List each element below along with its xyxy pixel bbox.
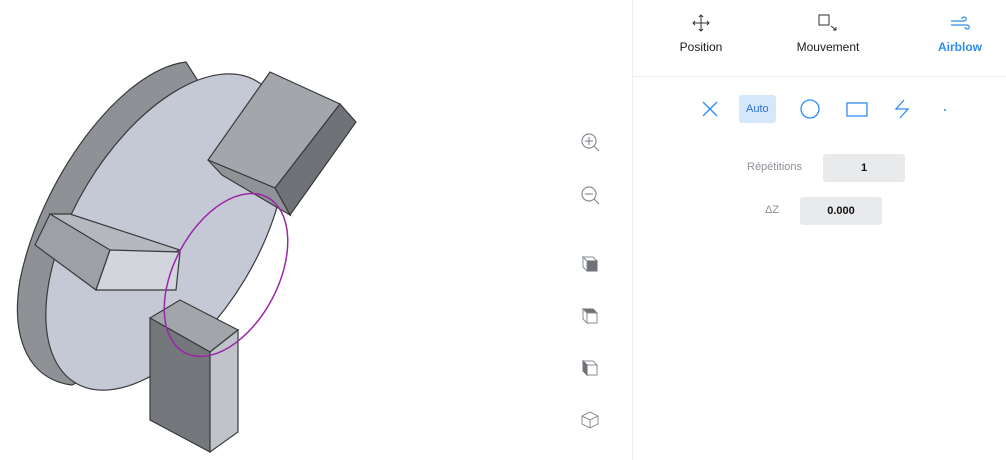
airblow-tools: Auto (633, 92, 1006, 128)
view-cube-iso-icon (581, 411, 599, 429)
delta-z-label: ΔZ (765, 204, 780, 216)
point-tool-button[interactable] (939, 92, 951, 126)
airblow-wind-icon (951, 16, 970, 30)
repetitions-input[interactable]: 1 (823, 154, 905, 182)
circle-tool-button[interactable] (797, 92, 823, 126)
tab-mouvement-label: Mouvement (796, 40, 860, 54)
view-iso-button[interactable] (580, 410, 608, 438)
delta-z-input[interactable]: 0.000 (800, 197, 882, 225)
circle-icon (800, 99, 820, 119)
view-cube-top-icon (581, 307, 599, 325)
part-model (16, 61, 357, 454)
view-top-button[interactable] (580, 306, 608, 334)
tab-position[interactable]: Position (671, 14, 731, 70)
tab-airblow-label: Airblow (938, 40, 982, 54)
tab-position-label: Position (679, 40, 723, 54)
movement-square-icon (818, 14, 837, 31)
zoom-in-button[interactable] (580, 132, 608, 160)
rectangle-tool-button[interactable] (843, 92, 871, 126)
rectangle-icon (846, 102, 868, 117)
point-icon (944, 109, 946, 111)
tab-mouvement[interactable]: Mouvement (783, 14, 873, 70)
zoom-out-icon (581, 186, 600, 205)
tab-bar: Position Mouvement Airblow (633, 0, 1006, 77)
auto-label: Auto (746, 103, 769, 115)
view-cube-front-icon (581, 255, 599, 273)
repetitions-label: Répétitions (747, 161, 803, 173)
zoom-in-icon (581, 133, 600, 152)
zoom-out-button[interactable] (580, 185, 608, 213)
view-front-button[interactable] (580, 254, 608, 282)
auto-button[interactable]: Auto (739, 95, 776, 123)
3d-viewport[interactable] (0, 0, 632, 460)
properties-panel: Position Mouvement Airblow Auto Répétiti… (632, 0, 1006, 460)
view-side-button[interactable] (580, 358, 608, 386)
move-arrows-icon (692, 14, 710, 32)
lightning-tool-button[interactable] (889, 92, 915, 126)
tab-airblow[interactable]: Airblow (925, 14, 995, 70)
none-tool-button[interactable] (697, 92, 723, 126)
close-x-icon (702, 101, 718, 117)
view-cube-side-icon (581, 359, 599, 377)
lightning-icon (894, 99, 910, 119)
